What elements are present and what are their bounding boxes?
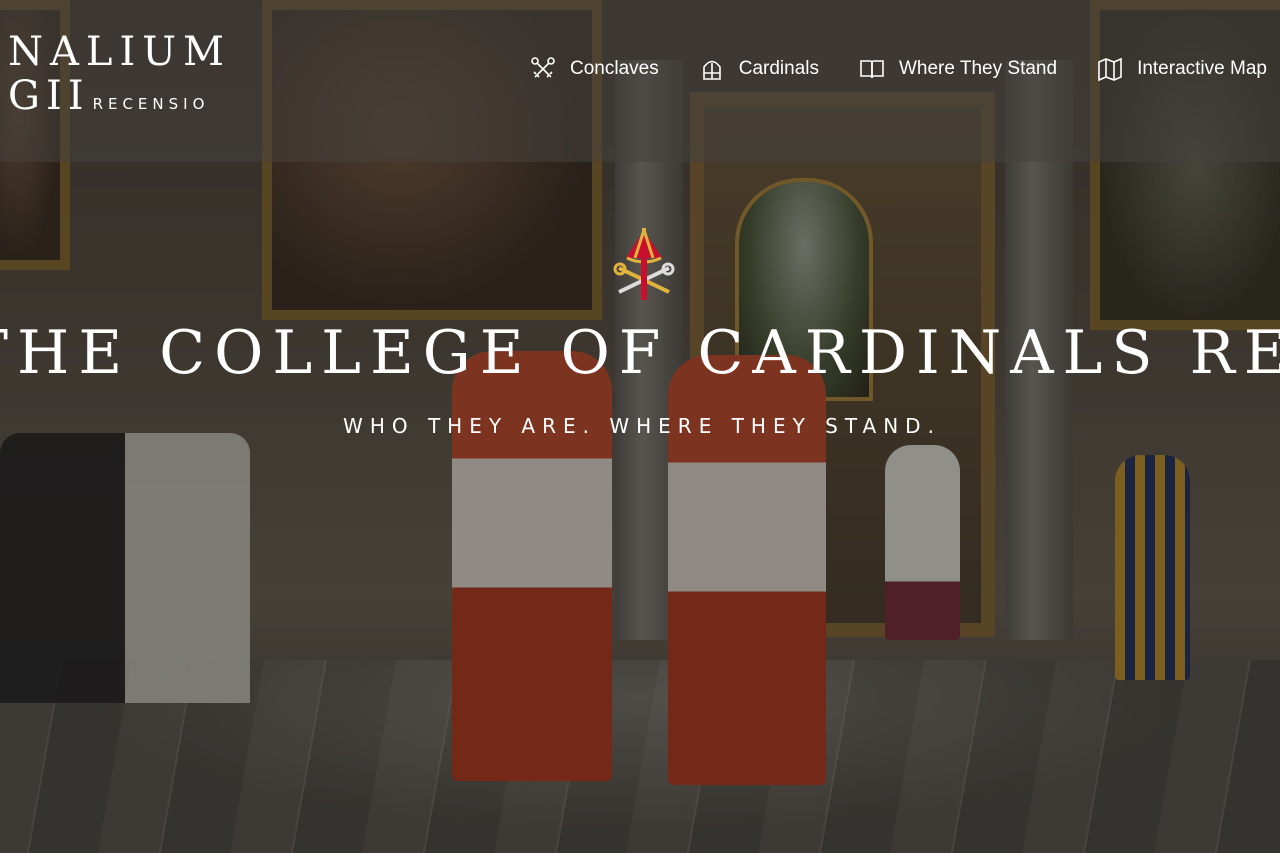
papal-keys-emblem-icon [613,228,675,300]
nav-item-where-they-stand[interactable]: Where They Stand [859,56,1057,82]
nav-label-cardinals: Cardinals [738,58,819,79]
map-icon [1098,57,1122,82]
open-book-icon [860,60,884,79]
nav-label-conclaves: Conclaves [570,58,659,79]
page-subtitle: WHO THEY ARE. WHERE THEY STAND. [343,414,941,438]
nav-label-interactive-map: Interactive Map [1137,58,1267,79]
mitre-icon [702,60,721,80]
logo-subtitle: RECENSIO [92,95,210,113]
nav-label-where-they-stand: Where They Stand [898,58,1058,79]
logo-line-1: NALIUM [8,29,231,75]
main-nav: Conclaves Cardinals Where They Stand Int… [530,56,1267,82]
logo-line-2: GII [8,73,90,119]
nav-item-conclaves[interactable]: Conclaves [530,56,659,82]
page-title: THE COLLEGE OF CARDINALS REPORT [0,318,1280,388]
nav-item-cardinals[interactable]: Cardinals [699,56,819,82]
site-header: NALIUM GII RECENSIO Conclaves Cardinals W… [0,0,1280,162]
site-logo[interactable]: NALIUM GII RECENSIO [8,32,231,116]
nav-item-interactive-map[interactable]: Interactive Map [1097,56,1267,82]
crossed-keys-icon [531,57,555,78]
